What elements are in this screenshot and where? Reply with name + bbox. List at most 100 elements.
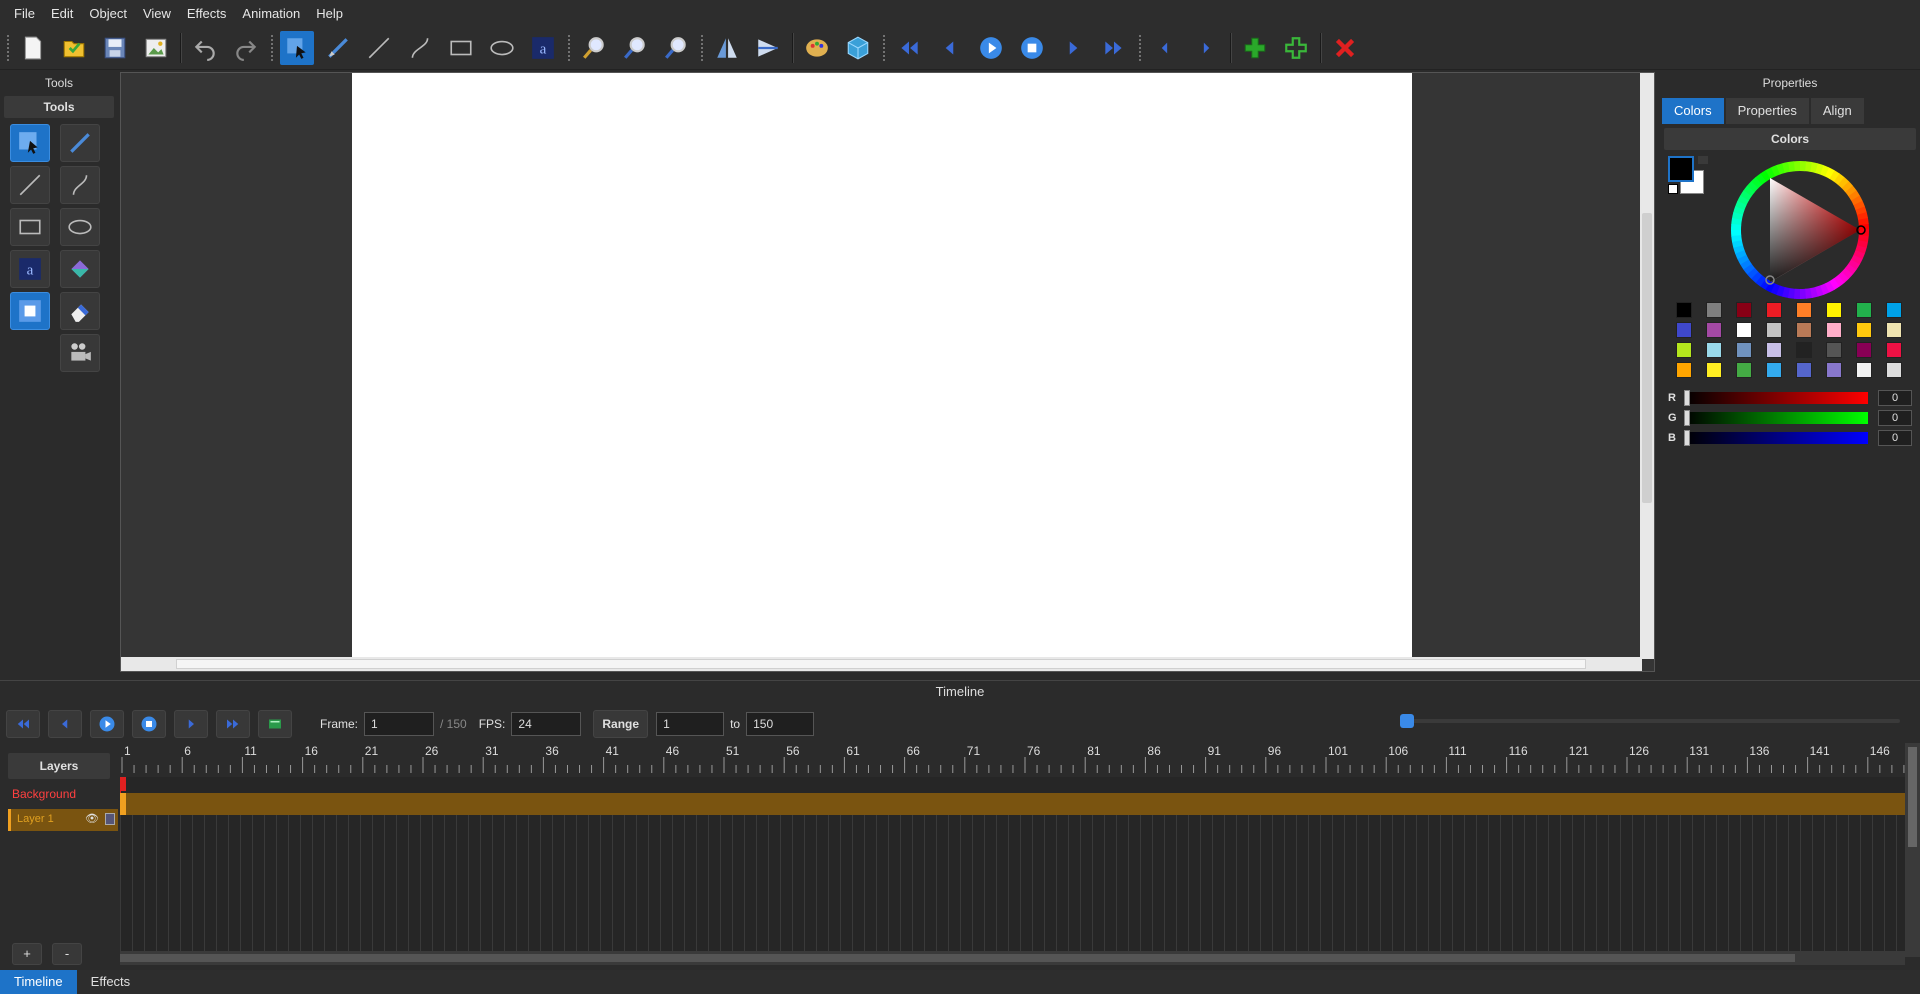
save-button[interactable] <box>98 31 132 65</box>
hue-ring-segment[interactable] <box>1858 217 1869 225</box>
timeline-vscroll-thumb[interactable] <box>1908 747 1917 847</box>
timeline-play-button[interactable] <box>90 710 124 738</box>
reset-colors-icon[interactable] <box>1668 184 1678 194</box>
color-swatch[interactable] <box>1766 302 1782 318</box>
tab-properties[interactable]: Properties <box>1725 98 1809 124</box>
timeline-frames-area[interactable]: 1 6 11 16 21 26 31 36 41 46 51 56 61 66 71 76 81 86 91 96 10… <box>120 743 1905 957</box>
toolbar-grip[interactable] <box>6 33 10 62</box>
horizontal-scroll-thumb[interactable] <box>176 659 1586 669</box>
gradient-tool[interactable] <box>10 292 50 330</box>
toolbar-grip[interactable] <box>882 33 886 62</box>
color-swatch[interactable] <box>1676 302 1692 318</box>
toolbar-grip[interactable] <box>1138 33 1142 62</box>
color-swatch[interactable] <box>1706 342 1722 358</box>
pen-tool[interactable] <box>60 124 100 162</box>
hue-ring-segment[interactable] <box>1805 288 1813 299</box>
hue-ring-segment[interactable] <box>1804 161 1812 172</box>
add-layer-button[interactable] <box>1238 31 1272 65</box>
tab-timeline[interactable]: Timeline <box>0 970 77 994</box>
ellipse-tool[interactable] <box>60 208 100 246</box>
text-tool-button[interactable]: a <box>526 31 560 65</box>
canvas-vertical-scrollbar[interactable] <box>1640 73 1654 659</box>
swap-colors-icon[interactable] <box>1698 156 1708 164</box>
next-keyframe-button[interactable] <box>1189 31 1223 65</box>
hue-ring-segment[interactable] <box>1848 189 1860 201</box>
hue-ring-segment[interactable] <box>1733 206 1745 216</box>
hue-ring-segment[interactable] <box>1809 161 1818 174</box>
hue-ring-segment[interactable] <box>1855 205 1867 215</box>
hue-ring-segment[interactable] <box>1743 185 1755 197</box>
delete-button[interactable] <box>1328 31 1362 65</box>
hue-ring-segment[interactable] <box>1829 169 1840 182</box>
hue-ring-segment[interactable] <box>1845 263 1857 275</box>
color-swatch[interactable] <box>1796 362 1812 378</box>
timeline-next-button[interactable] <box>174 710 208 738</box>
hue-ring-segment[interactable] <box>1733 245 1745 255</box>
zoom-fit-button[interactable] <box>659 31 693 65</box>
tab-align[interactable]: Align <box>1810 98 1864 124</box>
stop-button[interactable] <box>1015 31 1049 65</box>
hue-ring-segment[interactable] <box>1848 259 1861 270</box>
select-tool-button[interactable] <box>280 30 314 65</box>
previous-frame-button[interactable] <box>933 31 967 65</box>
color-swatch[interactable] <box>1676 362 1692 378</box>
hue-ring-segment[interactable] <box>1743 263 1756 275</box>
range-button[interactable]: Range <box>593 710 649 738</box>
frame-spinbox[interactable]: 1 <box>364 712 435 736</box>
eraser-tool[interactable] <box>60 292 100 330</box>
color-swatch[interactable] <box>1886 322 1902 338</box>
color-swatch[interactable] <box>1826 322 1842 338</box>
ellipse-tool-button[interactable] <box>485 31 519 65</box>
hue-ring-segment[interactable] <box>1739 190 1752 201</box>
color-swatch[interactable] <box>1766 342 1782 358</box>
color-swatch[interactable] <box>1766 362 1782 378</box>
hue-ring-segment[interactable] <box>1853 200 1865 210</box>
hue-ring-segment[interactable] <box>1775 163 1785 175</box>
select-tool[interactable] <box>10 124 50 162</box>
first-frame-button[interactable] <box>892 31 926 65</box>
timeline-first-frame-button[interactable] <box>6 710 40 738</box>
color-swatch[interactable] <box>1706 362 1722 378</box>
menu-animation[interactable]: Animation <box>234 6 308 21</box>
hue-ring-segment[interactable] <box>1814 163 1824 175</box>
hue-ring-segment[interactable] <box>1833 274 1845 287</box>
undo-button[interactable] <box>188 31 222 65</box>
timeline-last-frame-button[interactable] <box>216 710 250 738</box>
hue-ring-segment[interactable] <box>1759 170 1771 182</box>
line-tool-button[interactable] <box>362 31 396 65</box>
tab-colors[interactable]: Colors <box>1662 98 1724 124</box>
red-slider[interactable] <box>1684 390 1868 406</box>
blue-slider[interactable] <box>1684 430 1868 446</box>
flip-button[interactable] <box>710 31 744 65</box>
hue-ring-segment[interactable] <box>1788 288 1796 299</box>
hue-ring-segment[interactable] <box>1810 286 1819 298</box>
tab-effects[interactable]: Effects <box>77 970 145 994</box>
hue-ring-segment[interactable] <box>1850 194 1863 206</box>
hue-ring-segment[interactable] <box>1764 167 1776 180</box>
fill-tool[interactable] <box>60 250 100 288</box>
green-value-field[interactable]: 0 <box>1878 410 1912 426</box>
color-swatch[interactable] <box>1796 342 1812 358</box>
red-slider-knob[interactable] <box>1684 390 1690 406</box>
hue-ring-segment[interactable] <box>1824 167 1835 179</box>
hue-ring-segment[interactable] <box>1737 254 1750 266</box>
toolbar-grip[interactable] <box>270 33 274 62</box>
hue-ring-segment[interactable] <box>1746 181 1759 193</box>
rectangle-tool-button[interactable] <box>444 31 478 65</box>
keyframe-1[interactable] <box>120 793 126 815</box>
color-swatch[interactable] <box>1736 362 1752 378</box>
hue-ring-segment[interactable] <box>1858 234 1869 242</box>
line-tool[interactable] <box>10 166 50 204</box>
green-slider[interactable] <box>1684 410 1868 426</box>
export-button[interactable] <box>139 31 173 65</box>
fg-bg-color-selector[interactable] <box>1668 156 1708 196</box>
color-swatch[interactable] <box>1706 322 1722 338</box>
menu-object[interactable]: Object <box>81 6 135 21</box>
add-layer-button[interactable]: + <box>12 943 42 965</box>
text-tool[interactable]: a <box>10 250 50 288</box>
color-swatch[interactable] <box>1676 322 1692 338</box>
fps-spinbox[interactable]: 24 <box>511 712 582 736</box>
color-swatch[interactable] <box>1736 302 1752 318</box>
canvas-horizontal-scrollbar[interactable] <box>121 657 1642 671</box>
color-swatch[interactable] <box>1826 342 1842 358</box>
